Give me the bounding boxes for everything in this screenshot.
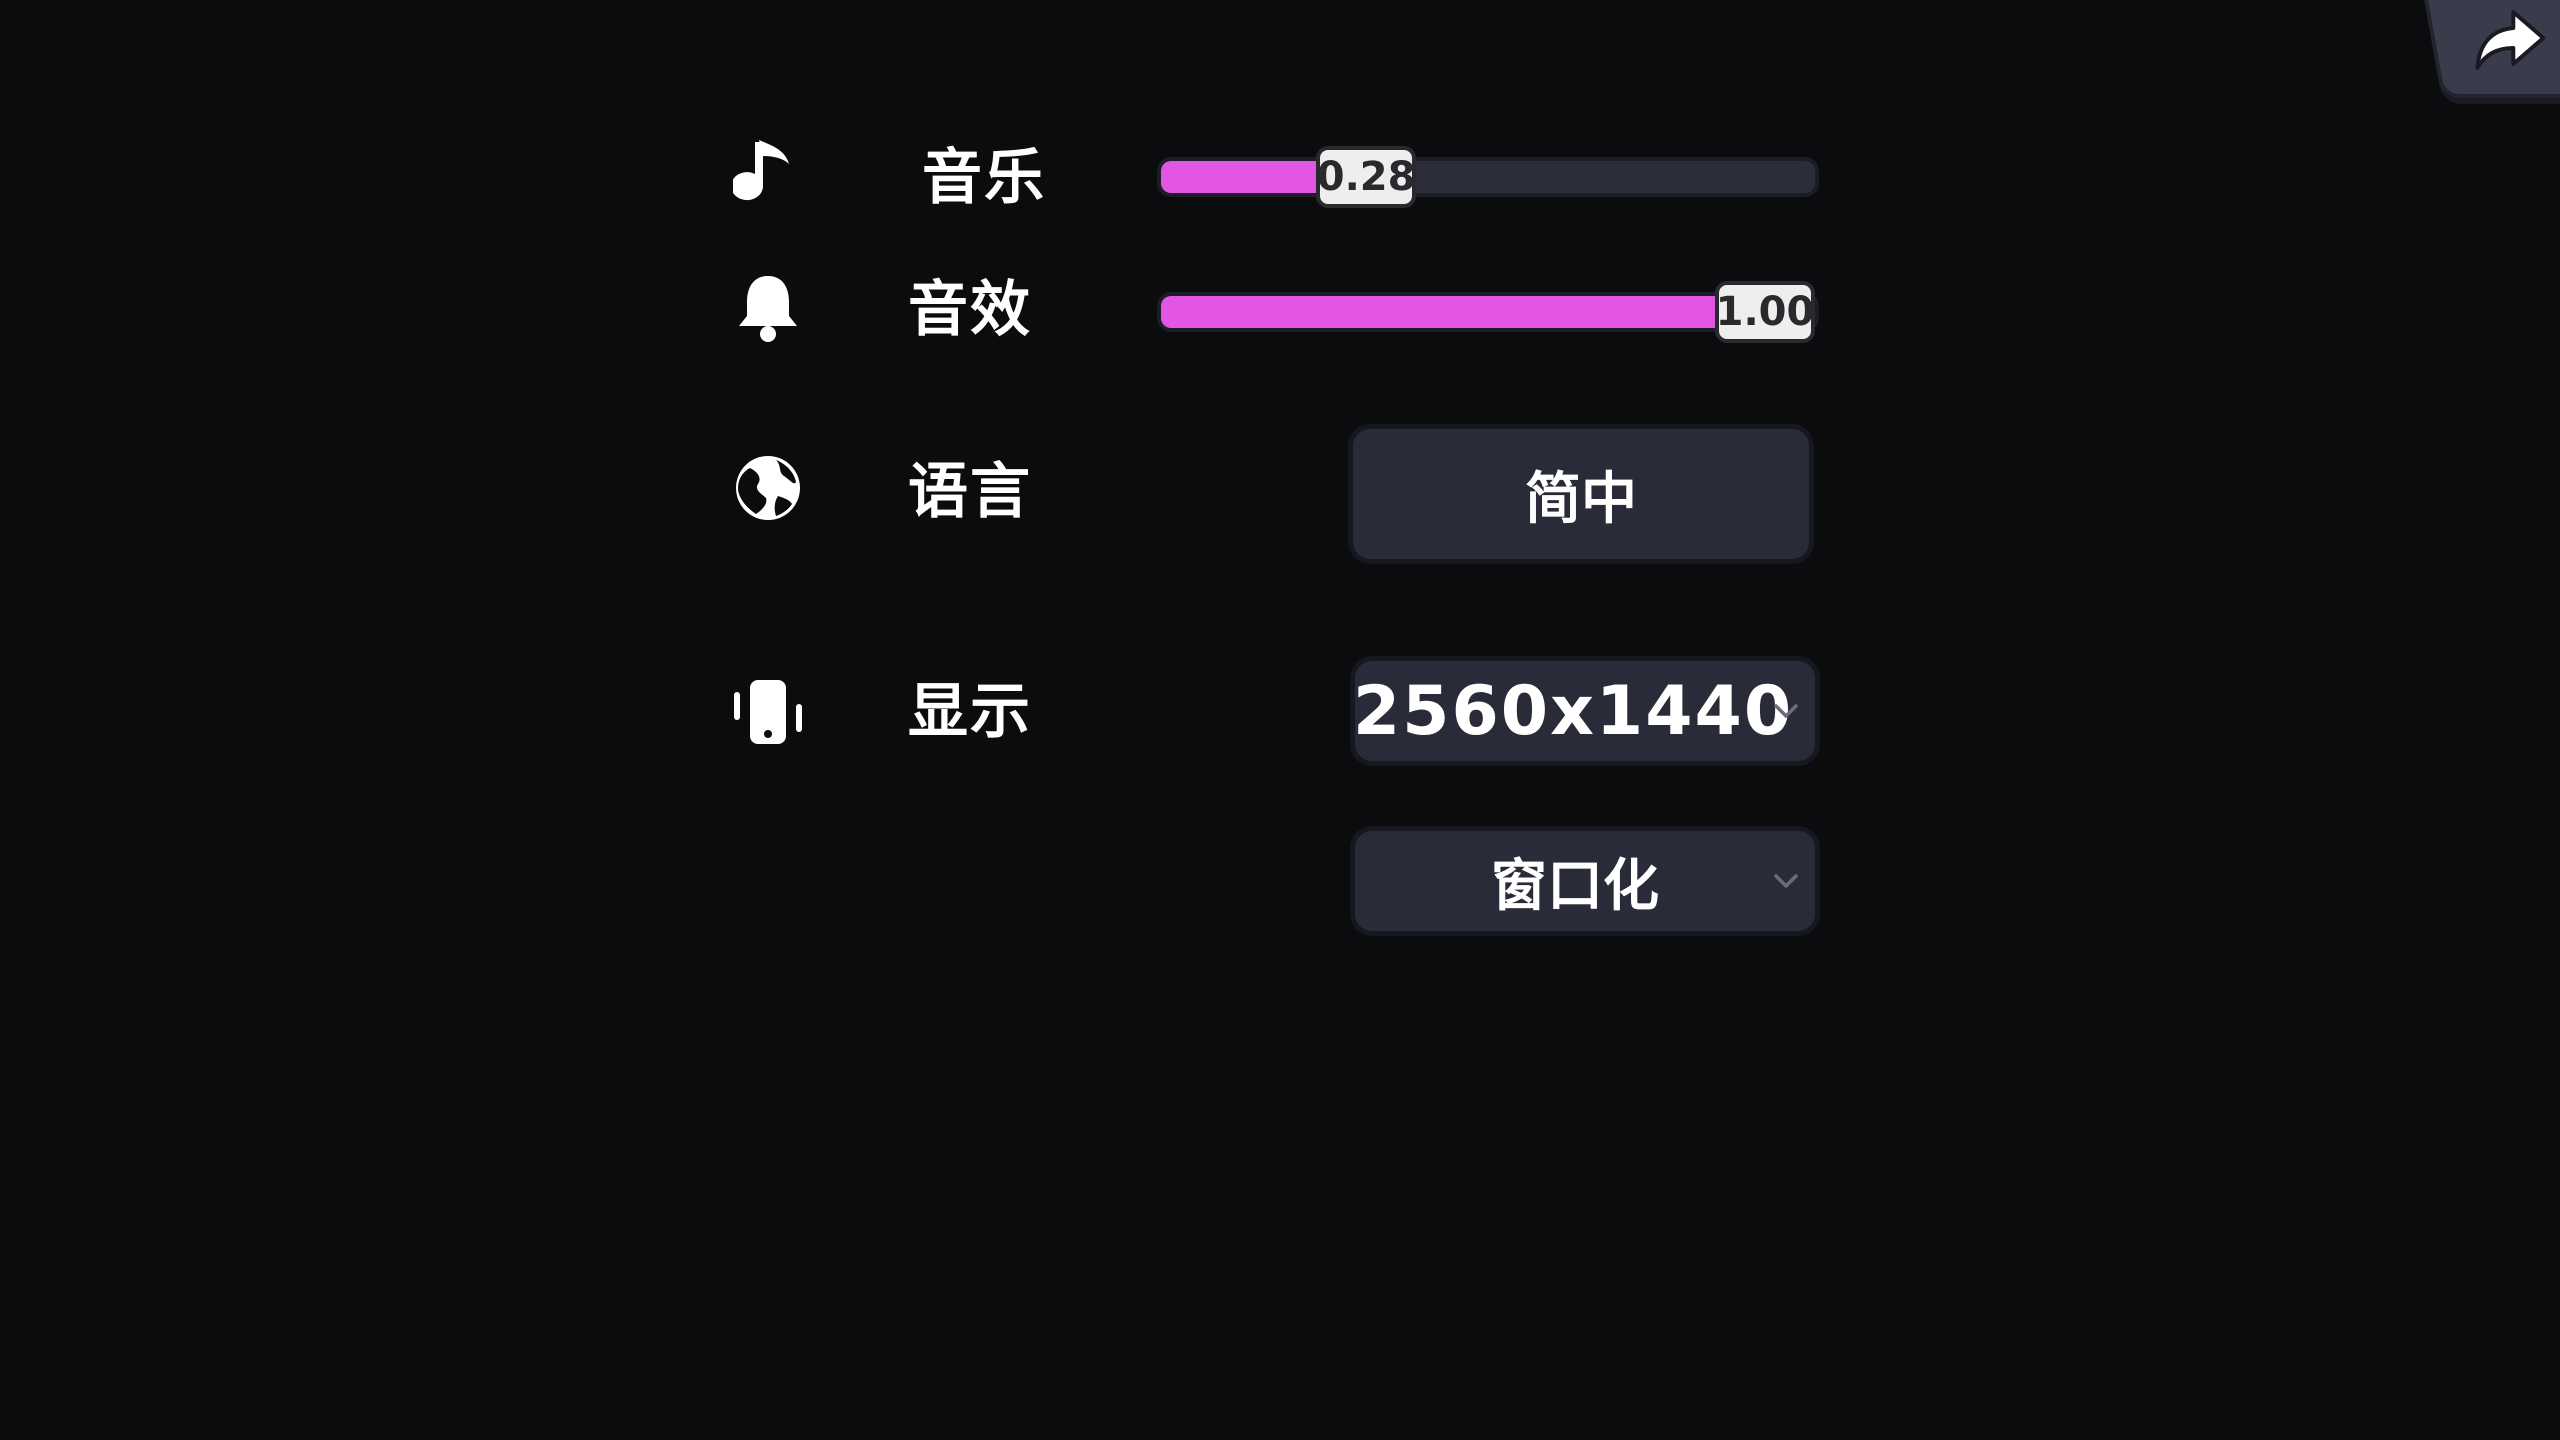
language-button[interactable]: 简中 <box>1348 424 1814 564</box>
sfx-slider-thumb[interactable]: 1.00 <box>1715 281 1815 343</box>
display-label: 显示 <box>908 677 1032 747</box>
globe-icon <box>728 448 808 528</box>
forward-arrow-icon <box>2475 10 2546 70</box>
sfx-slider[interactable]: 1.00 <box>1157 281 1819 343</box>
music-note-icon <box>728 134 808 214</box>
music-slider-thumb[interactable]: 0.28 <box>1316 146 1417 208</box>
resolution-value: 2560x1440 <box>1352 671 1794 751</box>
bell-icon <box>728 268 808 348</box>
back-button[interactable] <box>2422 0 2560 98</box>
language-label: 语言 <box>908 457 1032 527</box>
chevron-down-icon <box>1774 704 1798 718</box>
music-slider[interactable]: 0.28 <box>1157 146 1819 208</box>
sfx-slider-fill <box>1161 296 1765 328</box>
music-label: 音乐 <box>922 143 1046 213</box>
settings-screen: 音乐 0.28 音效 1.00 语言 简中 显示 2560x1440 窗口化 <box>0 0 2560 1440</box>
language-value: 简中 <box>1525 466 1637 532</box>
sfx-label: 音效 <box>908 275 1032 345</box>
window-mode-dropdown[interactable]: 窗口化 <box>1350 826 1820 936</box>
chevron-down-icon <box>1774 874 1798 888</box>
phone-vibrate-icon <box>728 672 808 752</box>
resolution-dropdown[interactable]: 2560x1440 <box>1350 656 1820 766</box>
window-mode-value: 窗口化 <box>1491 853 1659 919</box>
